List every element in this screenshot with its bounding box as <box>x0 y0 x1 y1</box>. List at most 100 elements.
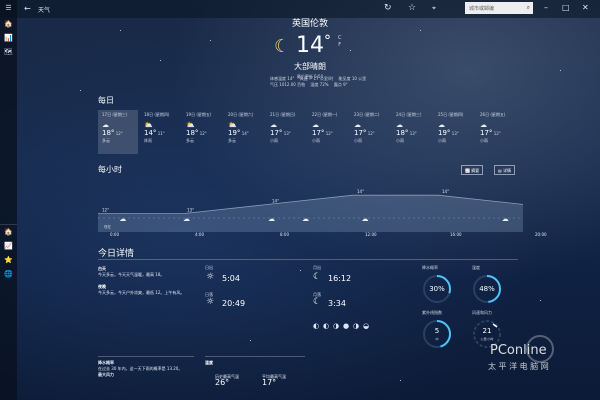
refresh-icon[interactable]: ↻ <box>384 3 392 13</box>
divider <box>205 356 305 357</box>
star <box>250 340 251 341</box>
uv-level: 中 <box>435 337 439 341</box>
back-arrow-icon[interactable]: ← <box>24 4 31 13</box>
hourly-weather-icon: ☁ <box>183 215 190 223</box>
moon-phase-icon: ◐ <box>323 322 330 330</box>
sidebar-divider <box>0 224 17 225</box>
sidebar: ☰ 🏠 📊 🗺 🏠 📈 ⭐ 🌐 <box>0 0 17 400</box>
details-button[interactable]: ▤ 详情 <box>494 165 516 175</box>
weather-icon: ⛅ <box>228 121 237 129</box>
favorite-star-icon[interactable]: ☆ <box>408 3 416 13</box>
close-button[interactable]: ✕ <box>582 3 589 12</box>
day-date: 19日 (星期五) <box>186 112 212 117</box>
hamburger-menu-icon[interactable]: ☰ <box>3 4 14 12</box>
uv-gauge: 5 中 <box>421 318 453 350</box>
night-label: 夜晚 <box>98 284 106 289</box>
sidebar-item-home[interactable]: 🏠 <box>3 228 14 236</box>
weather-icon: ☁ <box>438 121 445 129</box>
day-condition: 小雨 <box>396 138 404 143</box>
sidebar-item-maps[interactable]: 📊 <box>3 34 14 42</box>
precip-history: 降水概率 在过去 30 年内，这一天下雨的概率是 13.20。 最大风力 <box>98 360 198 378</box>
sidebar-item-trends[interactable]: 📈 <box>3 242 14 250</box>
uv-value: 5 <box>434 327 440 335</box>
daily-day[interactable]: 22日 (星期一) ☁ 17° 12° 小雨 <box>308 110 348 154</box>
day-low: 12° <box>493 131 501 136</box>
hourly-title: 每小时 <box>98 165 122 174</box>
day-date: 20日 (星期六) <box>228 112 254 117</box>
now-marker: 现在 <box>104 224 111 229</box>
moonrise-label: 月出 <box>313 265 321 270</box>
day-low: 13° <box>283 131 291 136</box>
moonrise-icon: ☾ <box>313 272 322 282</box>
day-low: 12° <box>199 131 207 136</box>
unit-toggle[interactable]: C F <box>338 35 342 49</box>
day-high: 19° <box>438 129 451 137</box>
star <box>120 30 121 31</box>
today-details-title: 今日详情 <box>98 249 135 259</box>
daily-day[interactable]: 18日 (星期四) ⛅ 14° 11° 阵雨 <box>140 110 180 154</box>
minimize-button[interactable]: – <box>544 3 548 12</box>
unit-fahrenheit[interactable]: F <box>338 42 341 48</box>
pin-icon[interactable]: ⌖ <box>432 4 436 13</box>
sunrise-icon: ☼ <box>206 272 215 282</box>
summary-button[interactable]: 📈 摘要 <box>461 165 484 175</box>
hourly-temp-label: 14° <box>272 198 279 203</box>
current-details: 体感温度 14° 风速 ↗ 17 公里/时 能见度 10 公里 气压 1012.… <box>270 76 380 88</box>
maximize-button[interactable]: □ <box>562 3 570 12</box>
star <box>210 40 211 41</box>
watermark-subtitle: 太 平 洋 电 脑 网 <box>488 362 549 371</box>
day-condition: 小雨 <box>480 138 488 143</box>
hourly-temp-label: 14° <box>357 189 364 194</box>
daily-title: 每日 <box>98 96 114 105</box>
day-high: 17° <box>354 129 367 137</box>
day-high: 17° <box>480 129 493 137</box>
day-low: 14° <box>241 131 249 136</box>
search-input[interactable]: 城市或邮编 ⌕ <box>465 2 533 14</box>
day-date: 24日 (星期三) <box>396 112 422 117</box>
daily-day[interactable]: 26日 (星期五) ☁ 17° 12° 小雨 <box>476 110 516 154</box>
daily-day[interactable]: 19日 (星期五) ⛅ 18° 12° 多云 <box>182 110 222 154</box>
hourly-weather-icon: ☁ <box>502 215 509 223</box>
day-low: 13° <box>409 131 417 136</box>
sidebar-item-historical[interactable]: 🗺 <box>3 48 14 56</box>
divider <box>98 356 194 357</box>
daily-day[interactable]: 20日 (星期六) ⛅ 19° 14° 多云 <box>224 110 264 154</box>
moonset-icon: ☾ <box>313 297 322 307</box>
hourly-weather-icon: ☁ <box>302 215 309 223</box>
day-condition: 多云 <box>228 138 236 143</box>
sidebar-item-favorites[interactable]: ⭐ <box>3 256 14 264</box>
moon-phase-icon: ◑ <box>333 322 340 330</box>
daily-day[interactable]: 17日 (星期三) ☁ 18° 12° 多云 <box>98 110 138 154</box>
weather-icon: ☁ <box>396 121 403 129</box>
star <box>400 380 401 381</box>
hourly-temp-label: 12° <box>102 208 109 213</box>
condition-text: 大部晴朗 <box>294 62 326 71</box>
day-condition: 阵雨 <box>144 138 152 143</box>
weather-icon: ☁ <box>354 121 361 129</box>
day-condition: 小雨 <box>438 138 446 143</box>
weather-icon: ☁ <box>102 121 109 129</box>
precip-gauge: 30% <box>421 273 453 305</box>
avg-high-value: 17° <box>262 378 277 387</box>
daily-day[interactable]: 24日 (星期三) ☁ 18° 13° 小雨 <box>392 110 432 154</box>
sidebar-item-forecast[interactable]: 🏠 <box>3 20 14 28</box>
day-low: 11° <box>157 131 165 136</box>
star <box>540 300 541 301</box>
pconline-watermark: PConline 太 平 洋 电 脑 网 <box>470 335 580 383</box>
hour-label: 20:00 <box>535 232 547 237</box>
day-low: 13° <box>451 131 459 136</box>
daily-day[interactable]: 25日 (星期四) ☁ 19° 13° 小雨 <box>434 110 474 154</box>
moonset-time: 3:34 <box>328 299 346 308</box>
daily-day[interactable]: 23日 (星期二) ☁ 17° 12° 小雨 <box>350 110 390 154</box>
weather-icon: ⛅ <box>144 121 153 129</box>
day-date: 25日 (星期四) <box>438 112 464 117</box>
day-high: 18° <box>396 129 409 137</box>
sidebar-item-news[interactable]: 🌐 <box>3 270 14 278</box>
humidity-label: 湿度 <box>472 265 480 270</box>
unit-celsius[interactable]: C <box>338 35 342 41</box>
day-high: 18° <box>102 129 115 137</box>
search-icon[interactable]: ⌕ <box>527 4 530 12</box>
daily-day[interactable]: 21日 (星期日) ☁ 17° 13° 小雨 <box>266 110 306 154</box>
hourly-weather-icon: ☁ <box>268 215 275 223</box>
star <box>560 70 561 71</box>
